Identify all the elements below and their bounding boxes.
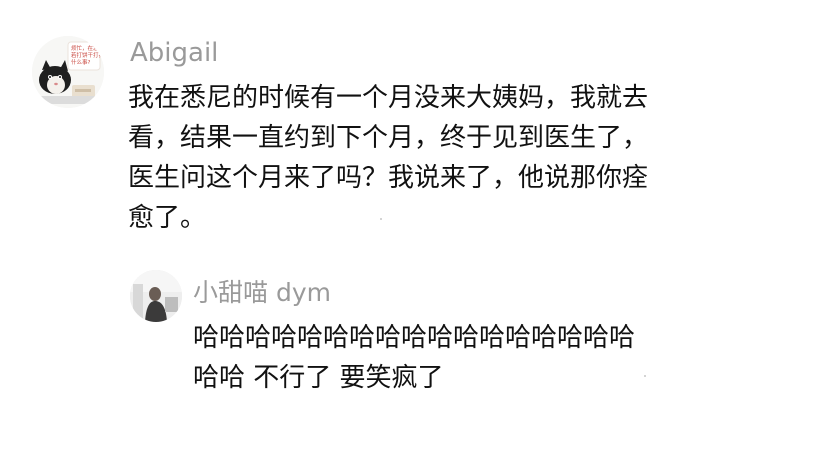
comment-line-2: 看，结果一直约到下个月，终于见到医生了， [128, 123, 649, 153]
avatar-caption-line-2: 若打饼干打扎 [71, 51, 104, 59]
photo-avatar-image [130, 270, 182, 322]
comment-body: 我在悉尼的时候有一个月没来大姨妈，我就去 看，结果一直约到下个月，终于见到医生了… [128, 78, 648, 238]
avatar-caption-line-3: 什么事? [71, 58, 91, 66]
comment-line-3: 医生问这个月来了吗？我说来了，他说那你痊 [128, 163, 649, 193]
user-avatar-xiaotianmiao[interactable] [130, 270, 182, 322]
image-speck [380, 218, 382, 220]
comment-author-name[interactable]: Abigail [130, 38, 218, 68]
cat-avatar-image: 烦忙，在急, 若打饼干打扎 什么事? [32, 36, 104, 108]
image-speck [644, 375, 646, 377]
user-avatar-abigail[interactable]: 烦忙，在急, 若打饼干打扎 什么事? [32, 36, 104, 108]
comment-line-1: 我在悉尼的时候有一个月没来大姨妈，我就去 [128, 83, 649, 113]
reply-body: 哈哈哈哈哈哈哈哈哈哈哈哈哈哈哈哈哈 哈哈 不行了 要笑疯了 [193, 318, 635, 398]
avatar-caption-line-1: 烦忙，在急, [71, 44, 101, 52]
reply-line-1: 哈哈哈哈哈哈哈哈哈哈哈哈哈哈哈哈哈 [193, 323, 636, 353]
reply-author-name[interactable]: 小甜喵 dym [193, 278, 331, 308]
reply-line-2: 哈哈 不行了 要笑疯了 [193, 363, 444, 393]
comment-line-4: 愈了。 [128, 203, 207, 233]
